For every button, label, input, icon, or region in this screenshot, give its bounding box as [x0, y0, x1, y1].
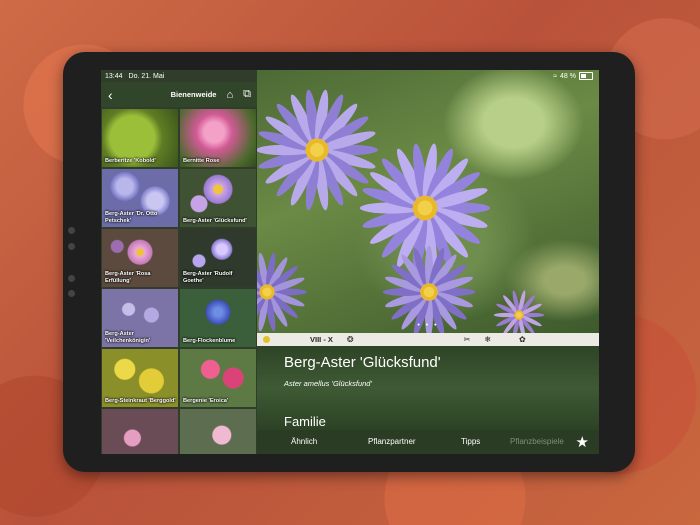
- plant-tile[interactable]: Bergenie 'Eroica': [180, 349, 256, 407]
- tab-similar[interactable]: Ähnlich: [291, 437, 317, 446]
- plant-detail: Berg-Aster 'Glücksfund' Aster amellus 'G…: [257, 346, 599, 430]
- camera-dot: [68, 227, 75, 234]
- photo-pager[interactable]: • • •: [257, 322, 599, 329]
- bottom-tab-bar: Ähnlich Pflanzpartner Tipps Pflanzbeispi…: [257, 430, 599, 454]
- plant-tile-label: Berberitze 'Kobold': [105, 157, 156, 164]
- plant-tile[interactable]: [180, 409, 256, 454]
- plant-tile[interactable]: Berg-Aster 'Veilchenkönigin': [102, 289, 178, 347]
- copy-icon[interactable]: ⧉: [243, 88, 251, 101]
- bloom-period: VIII - X: [310, 335, 333, 344]
- sensor-dot: [68, 290, 75, 297]
- sensor-dot: [68, 243, 75, 250]
- plant-tile-label: Bernitte Rose: [183, 157, 220, 164]
- bee-icon: ❂: [346, 335, 354, 344]
- plant-tile-label: Berg-Aster 'Veilchenkönigin': [105, 331, 151, 344]
- wifi-icon: ≈: [553, 72, 558, 80]
- scissors-icon: ✂: [463, 335, 471, 344]
- status-bar: 13:44 Do. 21. Mai ≈ 48 %: [101, 70, 599, 82]
- tab-plant-examples[interactable]: Pflanzbeispiele: [510, 437, 564, 446]
- plant-latin-name: Aster amellus 'Glücksfund': [284, 379, 372, 388]
- battery-icon: [579, 72, 593, 80]
- aster-flowers-illustration: [257, 89, 545, 333]
- nav-title: Bienenweide: [170, 90, 217, 99]
- plant-tile[interactable]: [102, 409, 178, 454]
- status-date: Do. 21. Mai: [128, 72, 165, 80]
- plant-tile[interactable]: Berg-Flockenblume: [180, 289, 256, 347]
- plant-tile-label: Berg-Aster 'Dr. Otto Petschek': [105, 211, 158, 224]
- screen: ‹ Bienenweide ⌂ ⧉ Berberitze 'Kobold' Be…: [101, 70, 599, 454]
- plant-tile[interactable]: Bernitte Rose: [180, 109, 256, 167]
- star-icon[interactable]: ★: [576, 433, 589, 451]
- bloom-calendar: VIII - X ❂ ✂ ❄ ✿: [257, 333, 599, 346]
- home-icon[interactable]: ⌂: [226, 89, 233, 101]
- status-time: 13:44: [105, 72, 123, 80]
- tab-plant-partner[interactable]: Pflanzpartner: [368, 437, 416, 446]
- plant-list-panel: ‹ Bienenweide ⌂ ⧉ Berberitze 'Kobold' Be…: [101, 70, 257, 454]
- tab-tips[interactable]: Tipps: [461, 437, 480, 446]
- snowflake-icon: ❄: [484, 335, 492, 344]
- sun-icon: [263, 336, 270, 343]
- plant-tile[interactable]: Berg-Aster 'Rosa Erfüllung': [102, 229, 178, 287]
- plant-tile-label: Berg-Aster 'Rudolf Goethe': [183, 271, 233, 284]
- plant-tile-label: Berg-Aster 'Glücksfund': [183, 217, 247, 224]
- chevron-left-icon[interactable]: ‹: [108, 88, 113, 102]
- plant-tile-label: Berg-Aster 'Rosa Erfüllung': [105, 271, 151, 284]
- plant-tile[interactable]: Berg-Aster 'Rudolf Goethe': [180, 229, 256, 287]
- tablet-frame: ‹ Bienenweide ⌂ ⧉ Berberitze 'Kobold' Be…: [63, 52, 635, 472]
- section-heading: Familie: [284, 414, 326, 429]
- plant-tile-label: Berg-Flockenblume: [183, 337, 236, 344]
- battery-percent: 48 %: [560, 72, 576, 80]
- plant-grid: Berberitze 'Kobold' Bernitte Rose Berg-A…: [102, 109, 256, 454]
- sensor-dot: [68, 275, 75, 282]
- plant-photo[interactable]: [257, 70, 599, 333]
- plant-tile[interactable]: Berg-Steinkraut 'Berggold': [102, 349, 178, 407]
- plant-name: Berg-Aster 'Glücksfund': [284, 354, 441, 371]
- insect-icon: ✿: [519, 335, 526, 344]
- plant-tile-label: Berg-Steinkraut 'Berggold': [105, 397, 176, 404]
- plant-tile[interactable]: Berberitze 'Kobold': [102, 109, 178, 167]
- plant-tile-selected[interactable]: Berg-Aster 'Glücksfund': [180, 169, 256, 227]
- nav-bar: ‹ Bienenweide ⌂ ⧉: [101, 82, 257, 107]
- plant-tile-label: Bergenie 'Eroica': [183, 397, 229, 404]
- plant-tile[interactable]: Berg-Aster 'Dr. Otto Petschek': [102, 169, 178, 227]
